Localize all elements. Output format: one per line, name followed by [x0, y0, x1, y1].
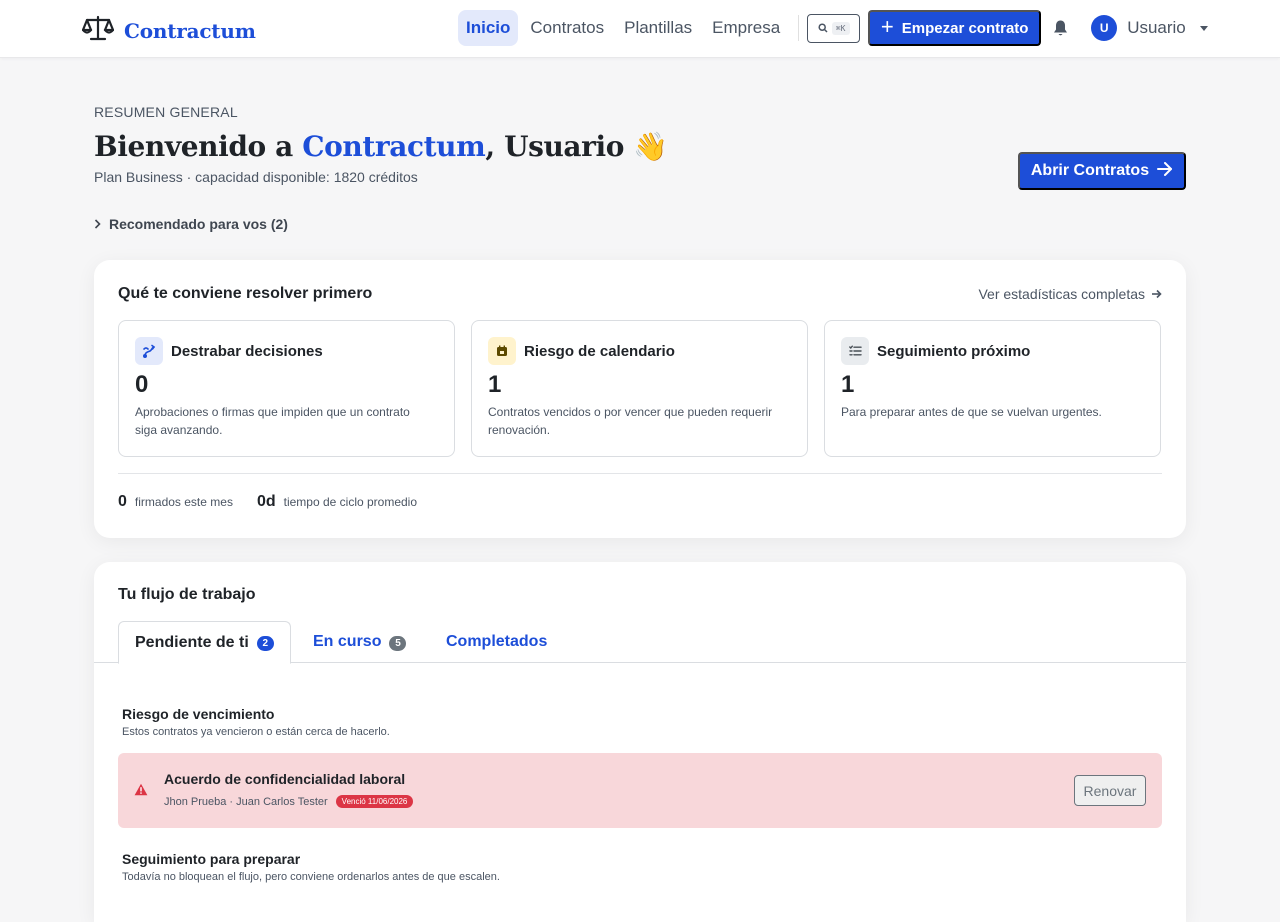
metric-label: tiempo de ciclo promedio	[283, 495, 418, 509]
decision-icon	[135, 337, 163, 365]
recommended-label: Recomendado para vos (2)	[109, 216, 288, 232]
tile-description: Contratos vencidos o por vencer que pued…	[488, 405, 773, 437]
full-stats-label: Ver estadísticas completas	[978, 286, 1145, 302]
tile-description: Aprobaciones o firmas que impiden que un…	[135, 405, 410, 437]
welcome-section: RESUMEN GENERAL Bienvenido a Contractum,…	[94, 104, 1186, 190]
priority-tiles: Destrabar decisiones 0 Aprobaciones o fi…	[118, 320, 1161, 457]
search-icon	[818, 21, 828, 36]
tile-upcoming-followup[interactable]: Seguimiento próximo 1 Para preparar ante…	[824, 320, 1161, 457]
contract-parties: Jhon Prueba · Juan Carlos Tester	[164, 795, 328, 808]
search-button[interactable]: ⌘K	[807, 13, 861, 43]
metric-signed-this-month: 0 firmados este mes	[118, 493, 233, 511]
search-shortcut: ⌘K	[831, 21, 850, 35]
count-badge: 5	[389, 635, 407, 651]
main-nav: Inicio Contratos Plantillas Empresa ⌘K +…	[458, 10, 1208, 46]
tab-label: En curso	[313, 633, 382, 650]
contract-row[interactable]: Acuerdo de confidencialidad laboral Jhon…	[118, 753, 1162, 828]
tile-unblock-decisions[interactable]: Destrabar decisiones 0 Aprobaciones o fi…	[118, 320, 455, 457]
tile-value: 1	[841, 371, 855, 398]
user-menu[interactable]: U Usuario	[1091, 15, 1208, 41]
tab-label: Completados	[446, 633, 548, 650]
workflow-tabs: Pendiente de ti 2 En curso 5 Completados	[94, 621, 1186, 664]
workflow-title: Tu flujo de trabajo	[118, 586, 256, 603]
plus-icon: +	[880, 14, 894, 39]
contract-title: Acuerdo de confidencialidad laboral	[164, 771, 406, 787]
welcome-suffix: , Usuario 👋	[485, 130, 668, 163]
open-contracts-button[interactable]: Abrir Contratos	[1018, 152, 1186, 190]
workflow-card: Tu flujo de trabajo Pendiente de ti 2 En…	[94, 562, 1186, 922]
full-stats-link[interactable]: Ver estadísticas completas	[978, 286, 1162, 302]
metric-value: 0d	[256, 493, 276, 510]
open-contracts-label: Abrir Contratos	[1030, 162, 1150, 179]
start-contract-label: Empezar contrato	[901, 19, 1029, 37]
summary-metrics: 0 firmados este mes 0d tiempo de ciclo p…	[118, 493, 417, 511]
tab-pending[interactable]: Pendiente de ti 2	[118, 621, 291, 664]
chevron-down-icon	[1199, 25, 1208, 31]
welcome-brand: Contractum	[302, 130, 486, 163]
checklist-icon	[841, 337, 869, 365]
priorities-title: Qué te conviene resolver primero	[118, 285, 373, 302]
tile-value: 0	[135, 371, 149, 398]
tab-label: Pendiente de ti	[135, 633, 249, 651]
recommended-toggle[interactable]: Recomendado para vos (2)	[94, 216, 288, 232]
renew-button[interactable]: Renovar	[1074, 775, 1146, 806]
overline: RESUMEN GENERAL	[94, 104, 238, 120]
calendar-icon	[488, 337, 516, 365]
arrow-right-icon	[1151, 286, 1162, 302]
nav-item-contratos[interactable]: Contratos	[522, 10, 612, 46]
followup-section-title: Seguimiento para preparar	[122, 851, 301, 867]
start-contract-button[interactable]: + Empezar contrato	[868, 10, 1042, 46]
warning-icon	[134, 783, 148, 801]
bell-icon[interactable]	[1053, 19, 1069, 37]
brand-logo-link[interactable]: Contractum	[81, 14, 256, 47]
metric-label: firmados este mes	[134, 495, 233, 509]
tile-title: Destrabar decisiones	[171, 342, 323, 360]
expiry-section-subtitle: Estos contratos ya vencieron o están cer…	[122, 726, 390, 738]
tile-description: Para preparar antes de que se vuelvan ur…	[841, 405, 1102, 419]
priorities-card: Qué te conviene resolver primero Ver est…	[94, 260, 1186, 538]
tile-value: 1	[488, 371, 502, 398]
nav-item-empresa[interactable]: Empresa	[704, 10, 788, 46]
arrow-right-icon	[1157, 161, 1173, 181]
avatar: U	[1091, 15, 1118, 41]
count-badge: 2	[256, 636, 274, 651]
followup-section-subtitle: Todavía no bloquean el flujo, pero convi…	[122, 871, 500, 883]
scales-icon	[81, 14, 115, 47]
user-name: Usuario	[1127, 18, 1186, 37]
tab-completed[interactable]: Completados	[430, 621, 563, 663]
expiry-section-title: Riesgo de vencimiento	[122, 706, 275, 722]
nav-divider	[798, 15, 800, 41]
chevron-right-icon	[94, 216, 101, 232]
brand-name: Contractum	[124, 18, 256, 43]
welcome-prefix: Bienvenido a	[94, 130, 303, 163]
metric-value: 0	[118, 493, 127, 510]
nav-item-inicio[interactable]: Inicio	[458, 10, 519, 46]
top-navbar: Contractum Inicio Contratos Plantillas E…	[0, 0, 1280, 58]
nav-item-plantillas[interactable]: Plantillas	[616, 10, 700, 46]
tile-title: Riesgo de calendario	[524, 342, 675, 360]
metric-avg-cycle-time: 0d tiempo de ciclo promedio	[257, 493, 417, 511]
contract-meta: Jhon Prueba · Juan Carlos Tester Venció …	[164, 795, 414, 808]
tile-title: Seguimiento próximo	[877, 342, 1031, 360]
status-badge: Venció 11/06/2026	[335, 795, 414, 808]
tile-calendar-risk[interactable]: Riesgo de calendario 1 Contratos vencido…	[471, 320, 808, 457]
tab-in-progress[interactable]: En curso 5	[297, 621, 422, 663]
divider	[118, 473, 1162, 474]
